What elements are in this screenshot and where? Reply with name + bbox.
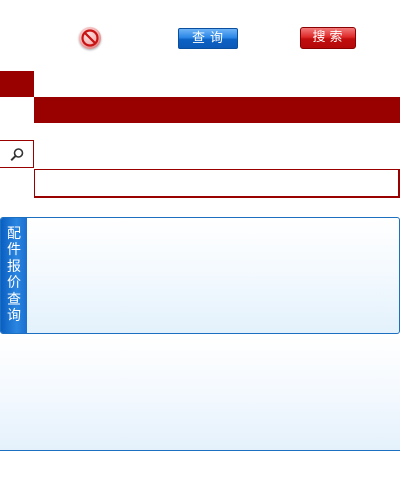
header-red-bar xyxy=(34,97,400,123)
parts-quote-tab[interactable]: 配件报价查询 xyxy=(1,218,27,333)
no-entry-icon[interactable] xyxy=(79,27,101,49)
search-button[interactable]: 搜索 xyxy=(300,27,356,49)
parts-quote-tab-label: 配件报价查询 xyxy=(7,226,21,325)
parts-quote-panel: 配件报价查询 xyxy=(0,217,400,334)
header-red-tab xyxy=(0,71,34,97)
query-button[interactable]: 查询 xyxy=(178,28,238,49)
search-input[interactable] xyxy=(34,169,400,198)
search-icon-box[interactable] xyxy=(0,140,34,168)
lower-content-area xyxy=(0,335,400,451)
